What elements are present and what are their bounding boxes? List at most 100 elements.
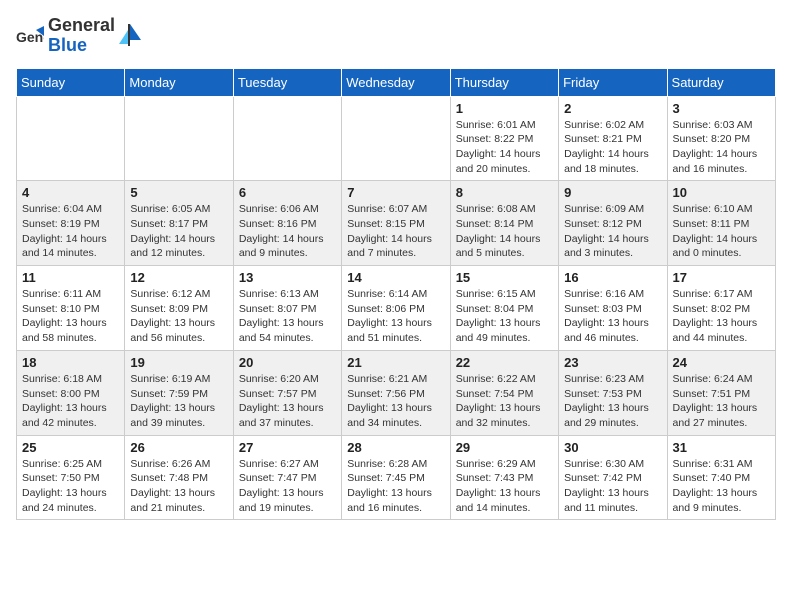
day-number: 29: [456, 440, 553, 455]
calendar-cell: 10Sunrise: 6:10 AMSunset: 8:11 PMDayligh…: [667, 181, 775, 266]
day-info: Sunrise: 6:26 AMSunset: 7:48 PMDaylight:…: [130, 457, 227, 516]
day-info: Sunrise: 6:21 AMSunset: 7:56 PMDaylight:…: [347, 372, 444, 431]
day-header-monday: Monday: [125, 68, 233, 96]
day-number: 8: [456, 185, 553, 200]
day-info: Sunrise: 6:13 AMSunset: 8:07 PMDaylight:…: [239, 287, 336, 346]
day-number: 30: [564, 440, 661, 455]
calendar-cell: 6 Sunrise: 6:06 AMSunset: 8:16 PMDaylight…: [233, 181, 341, 266]
day-header-wednesday: Wednesday: [342, 68, 450, 96]
calendar-week-row: 11 Sunrise: 6:11 AMSunset: 8:10 PMDayligh…: [17, 266, 776, 351]
day-info: Sunrise: 6:27 AMSunset: 7:47 PMDaylight:…: [239, 457, 336, 516]
day-info: Sunrise: 6:29 AMSunset: 7:43 PMDaylight:…: [456, 457, 553, 516]
day-info: Sunrise: 6:28 AMSunset: 7:45 PMDaylight:…: [347, 457, 444, 516]
calendar-cell: 11 Sunrise: 6:11 AMSunset: 8:10 PMDayligh…: [17, 266, 125, 351]
calendar-cell: 15Sunrise: 6:15 AMSunset: 8:04 PMDayligh…: [450, 266, 558, 351]
day-info: Sunrise: 6:04 AMSunset: 8:19 PMDaylight:…: [22, 202, 119, 261]
calendar-cell: 16 Sunrise: 6:16 AMSunset: 8:03 PMDayligh…: [559, 266, 667, 351]
day-info: Sunrise: 6:19 AMSunset: 7:59 PMDaylight:…: [130, 372, 227, 431]
day-number: 10: [673, 185, 770, 200]
day-number: 4: [22, 185, 119, 200]
day-header-sunday: Sunday: [17, 68, 125, 96]
day-header-tuesday: Tuesday: [233, 68, 341, 96]
calendar-cell: 20 Sunrise: 6:20 AMSunset: 7:57 PMDayligh…: [233, 350, 341, 435]
day-info: Sunrise: 6:16 AMSunset: 8:03 PMDaylight:…: [564, 287, 661, 346]
calendar-cell: 4 Sunrise: 6:04 AMSunset: 8:19 PMDaylight…: [17, 181, 125, 266]
day-info: Sunrise: 6:17 AMSunset: 8:02 PMDaylight:…: [673, 287, 770, 346]
day-info: Sunrise: 6:25 AMSunset: 7:50 PMDaylight:…: [22, 457, 119, 516]
day-info: Sunrise: 6:02 AMSunset: 8:21 PMDaylight:…: [564, 118, 661, 177]
day-number: 7: [347, 185, 444, 200]
day-header-thursday: Thursday: [450, 68, 558, 96]
calendar-cell: 8Sunrise: 6:08 AMSunset: 8:14 PMDaylight…: [450, 181, 558, 266]
calendar-cell: 28 Sunrise: 6:28 AMSunset: 7:45 PMDayligh…: [342, 435, 450, 520]
day-number: 25: [22, 440, 119, 455]
day-number: 16: [564, 270, 661, 285]
day-info: Sunrise: 6:31 AMSunset: 7:40 PMDaylight:…: [673, 457, 770, 516]
day-number: 18: [22, 355, 119, 370]
day-info: Sunrise: 6:30 AMSunset: 7:42 PMDaylight:…: [564, 457, 661, 516]
calendar-week-row: 25 Sunrise: 6:25 AMSunset: 7:50 PMDayligh…: [17, 435, 776, 520]
day-number: 13: [239, 270, 336, 285]
day-info: Sunrise: 6:22 AMSunset: 7:54 PMDaylight:…: [456, 372, 553, 431]
day-info: Sunrise: 6:18 AMSunset: 8:00 PMDaylight:…: [22, 372, 119, 431]
calendar-cell: 3 Sunrise: 6:03 AMSunset: 8:20 PMDaylight…: [667, 96, 775, 181]
day-header-saturday: Saturday: [667, 68, 775, 96]
day-number: 22: [456, 355, 553, 370]
day-number: 27: [239, 440, 336, 455]
calendar-cell: 22 Sunrise: 6:22 AMSunset: 7:54 PMDayligh…: [450, 350, 558, 435]
day-number: 23: [564, 355, 661, 370]
day-number: 6: [239, 185, 336, 200]
calendar-cell: 21 Sunrise: 6:21 AMSunset: 7:56 PMDayligh…: [342, 350, 450, 435]
day-number: 26: [130, 440, 227, 455]
day-info: Sunrise: 6:20 AMSunset: 7:57 PMDaylight:…: [239, 372, 336, 431]
calendar-cell: [17, 96, 125, 181]
day-number: 3: [673, 101, 770, 116]
day-info: Sunrise: 6:23 AMSunset: 7:53 PMDaylight:…: [564, 372, 661, 431]
day-info: Sunrise: 6:11 AMSunset: 8:10 PMDaylight:…: [22, 287, 119, 346]
day-info: Sunrise: 6:05 AMSunset: 8:17 PMDaylight:…: [130, 202, 227, 261]
day-number: 1: [456, 101, 553, 116]
day-number: 5: [130, 185, 227, 200]
day-number: 14: [347, 270, 444, 285]
day-info: Sunrise: 6:07 AMSunset: 8:15 PMDaylight:…: [347, 202, 444, 261]
calendar-cell: 29 Sunrise: 6:29 AMSunset: 7:43 PMDayligh…: [450, 435, 558, 520]
calendar-cell: 27 Sunrise: 6:27 AMSunset: 7:47 PMDayligh…: [233, 435, 341, 520]
logo-blue-text: Blue: [48, 35, 87, 55]
calendar-cell: 26 Sunrise: 6:26 AMSunset: 7:48 PMDayligh…: [125, 435, 233, 520]
calendar-week-row: 1Sunrise: 6:01 AMSunset: 8:22 PMDaylight…: [17, 96, 776, 181]
day-info: Sunrise: 6:06 AMSunset: 8:16 PMDaylight:…: [239, 202, 336, 261]
calendar-cell: 7 Sunrise: 6:07 AMSunset: 8:15 PMDaylight…: [342, 181, 450, 266]
calendar-cell: 13 Sunrise: 6:13 AMSunset: 8:07 PMDayligh…: [233, 266, 341, 351]
day-info: Sunrise: 6:09 AMSunset: 8:12 PMDaylight:…: [564, 202, 661, 261]
day-header-friday: Friday: [559, 68, 667, 96]
calendar-cell: 19 Sunrise: 6:19 AMSunset: 7:59 PMDayligh…: [125, 350, 233, 435]
day-number: 11: [22, 270, 119, 285]
calendar-cell: 9Sunrise: 6:09 AMSunset: 8:12 PMDaylight…: [559, 181, 667, 266]
calendar-cell: 25 Sunrise: 6:25 AMSunset: 7:50 PMDayligh…: [17, 435, 125, 520]
day-number: 17: [673, 270, 770, 285]
calendar-cell: [233, 96, 341, 181]
calendar-cell: 17 Sunrise: 6:17 AMSunset: 8:02 PMDayligh…: [667, 266, 775, 351]
calendar-cell: 1Sunrise: 6:01 AMSunset: 8:22 PMDaylight…: [450, 96, 558, 181]
day-number: 20: [239, 355, 336, 370]
day-number: 2: [564, 101, 661, 116]
calendar-cell: [125, 96, 233, 181]
day-number: 15: [456, 270, 553, 285]
calendar-cell: 5 Sunrise: 6:05 AMSunset: 8:17 PMDaylight…: [125, 181, 233, 266]
day-number: 28: [347, 440, 444, 455]
day-number: 12: [130, 270, 227, 285]
page-header: General General Blue: [16, 16, 776, 56]
calendar-cell: 30 Sunrise: 6:30 AMSunset: 7:42 PMDayligh…: [559, 435, 667, 520]
day-number: 21: [347, 355, 444, 370]
day-info: Sunrise: 6:12 AMSunset: 8:09 PMDaylight:…: [130, 287, 227, 346]
logo-boat-icon: [119, 22, 141, 50]
logo-icon: General: [16, 22, 44, 50]
calendar-table: SundayMondayTuesdayWednesdayThursdayFrid…: [16, 68, 776, 521]
calendar-week-row: 4 Sunrise: 6:04 AMSunset: 8:19 PMDaylight…: [17, 181, 776, 266]
day-info: Sunrise: 6:03 AMSunset: 8:20 PMDaylight:…: [673, 118, 770, 177]
day-info: Sunrise: 6:14 AMSunset: 8:06 PMDaylight:…: [347, 287, 444, 346]
day-info: Sunrise: 6:24 AMSunset: 7:51 PMDaylight:…: [673, 372, 770, 431]
day-number: 19: [130, 355, 227, 370]
days-header-row: SundayMondayTuesdayWednesdayThursdayFrid…: [17, 68, 776, 96]
calendar-cell: 24Sunrise: 6:24 AMSunset: 7:51 PMDayligh…: [667, 350, 775, 435]
